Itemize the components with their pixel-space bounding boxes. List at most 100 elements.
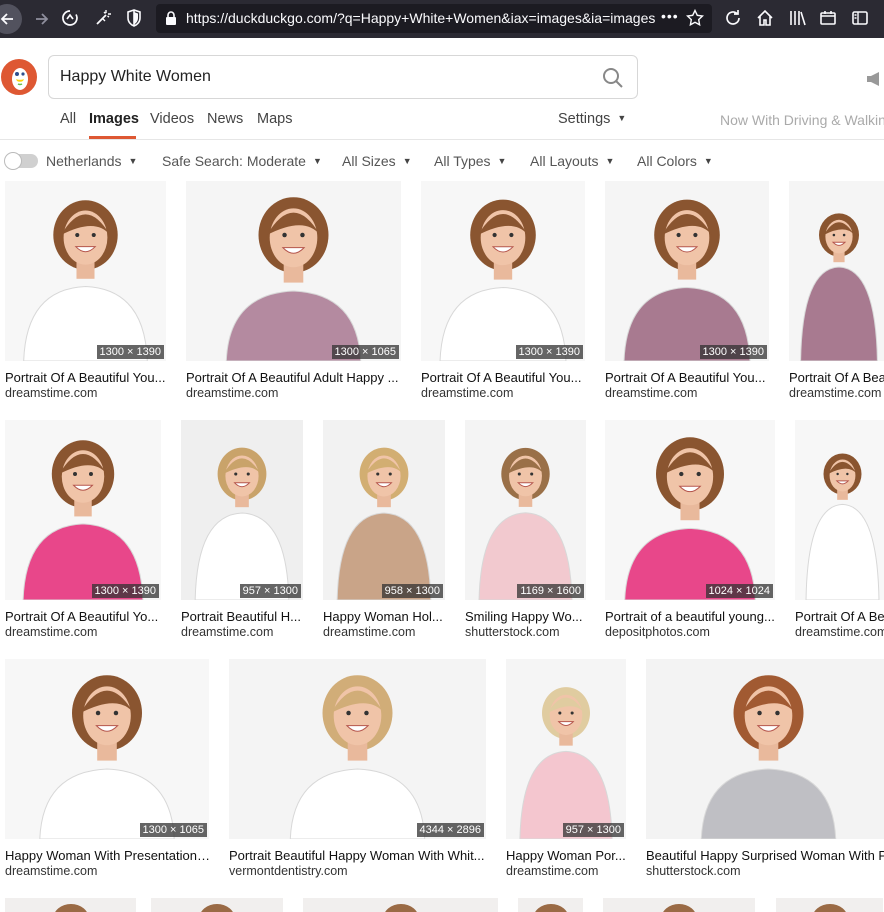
reload-extension-icon[interactable] bbox=[58, 6, 82, 30]
result-source[interactable]: dreamstime.com bbox=[789, 386, 884, 400]
result-source[interactable]: depositphotos.com bbox=[605, 625, 777, 639]
image-result-tile[interactable]: Portrait Of A Be dreamstime.com bbox=[795, 420, 884, 640]
region-toggle[interactable] bbox=[4, 152, 38, 170]
result-source[interactable]: dreamstime.com bbox=[506, 864, 628, 878]
image-result-tile[interactable]: 1300 × 1065 Portrait Of A Beautiful Adult… bbox=[186, 181, 401, 401]
result-source[interactable]: dreamstime.com bbox=[795, 625, 884, 639]
result-source[interactable]: dreamstime.com bbox=[421, 386, 587, 400]
shield-icon[interactable] bbox=[122, 6, 146, 30]
image-result-tile[interactable]: 958 × 1300 Happy Woman Hol... dreamstime.c… bbox=[323, 420, 445, 640]
result-thumbnail[interactable]: 1300 × 1390 bbox=[605, 181, 769, 361]
image-result-tile[interactable]: 1300 × 1390 Portrait Of A Beautiful Yo...… bbox=[5, 420, 161, 640]
result-source[interactable]: dreamstime.com bbox=[5, 625, 163, 639]
result-source[interactable]: dreamstime.com bbox=[323, 625, 447, 639]
result-thumbnail[interactable]: 1300 × 1065 bbox=[186, 181, 401, 361]
tab-all[interactable]: All bbox=[60, 111, 76, 127]
result-title[interactable]: Happy Woman With Presentation ... bbox=[5, 848, 211, 863]
color-filter[interactable]: All Colors ▼ bbox=[637, 153, 713, 169]
result-title[interactable]: Happy Woman Por... bbox=[506, 848, 628, 863]
result-source[interactable]: dreamstime.com bbox=[186, 386, 403, 400]
result-title[interactable]: Portrait Beautiful Happy Woman With Whit… bbox=[229, 848, 488, 863]
image-result-tile[interactable]: Portrait Of A Bea dreamstime.com bbox=[789, 181, 884, 401]
result-source[interactable]: dreamstime.com bbox=[5, 386, 168, 400]
result-thumbnail-image bbox=[506, 659, 626, 839]
reload-icon[interactable] bbox=[721, 6, 745, 30]
layout-filter[interactable]: All Layouts ▼ bbox=[530, 153, 614, 169]
result-title[interactable]: Portrait Beautiful H... bbox=[181, 609, 305, 624]
sidebar-icon[interactable] bbox=[848, 6, 872, 30]
result-thumbnail[interactable]: 4344 × 2896 bbox=[229, 659, 486, 839]
image-result-tile[interactable] bbox=[151, 898, 283, 912]
image-result-tile[interactable] bbox=[5, 898, 136, 912]
region-filter[interactable]: Netherlands ▼ bbox=[46, 153, 137, 169]
promo-text[interactable]: Now With Driving & Walking bbox=[720, 112, 884, 128]
result-source[interactable]: vermontdentistry.com bbox=[229, 864, 488, 878]
result-thumbnail[interactable]: 1024 × 1024 bbox=[605, 420, 775, 600]
image-result-tile[interactable]: 1024 × 1024 Portrait of a beautiful young… bbox=[605, 420, 775, 640]
image-result-tile[interactable]: 957 × 1300 Happy Woman Por... dreamstime.c… bbox=[506, 659, 626, 879]
duckduckgo-logo[interactable] bbox=[1, 59, 37, 95]
forward-button[interactable] bbox=[27, 4, 57, 34]
result-title[interactable]: Portrait Of A Beautiful You... bbox=[5, 370, 168, 385]
result-title[interactable]: Portrait Of A Beautiful You... bbox=[421, 370, 587, 385]
result-thumbnail[interactable]: 1169 × 1600 bbox=[465, 420, 586, 600]
result-source[interactable]: shutterstock.com bbox=[465, 625, 588, 639]
image-result-tile[interactable]: 1169 × 1600 Smiling Happy Wo... shuttersto… bbox=[465, 420, 586, 640]
result-source[interactable]: dreamstime.com bbox=[5, 864, 211, 878]
size-filter[interactable]: All Sizes ▼ bbox=[342, 153, 412, 169]
image-result-tile[interactable]: 4344 × 2896 Portrait Beautiful Happy Woma… bbox=[229, 659, 486, 879]
magic-wand-icon[interactable] bbox=[91, 6, 115, 30]
result-thumbnail[interactable]: 1300 × 1390 bbox=[421, 181, 585, 361]
tab-videos[interactable]: Videos bbox=[150, 111, 194, 127]
result-title[interactable]: Portrait Of A Beautiful Yo... bbox=[5, 609, 163, 624]
result-thumbnail[interactable]: 957 × 1300 bbox=[506, 659, 626, 839]
image-result-tile[interactable] bbox=[776, 898, 883, 912]
result-title[interactable]: Portrait of a beautiful young... bbox=[605, 609, 777, 624]
result-source[interactable]: shutterstock.com bbox=[646, 864, 884, 878]
tab-maps[interactable]: Maps bbox=[257, 111, 292, 127]
page-actions-icon[interactable]: ••• bbox=[661, 8, 679, 24]
result-thumbnail[interactable]: 1300 × 1065 bbox=[5, 659, 209, 839]
containers-icon[interactable] bbox=[816, 6, 840, 30]
result-thumbnail[interactable]: 1300 × 1390 bbox=[5, 181, 166, 361]
result-source[interactable]: dreamstime.com bbox=[605, 386, 771, 400]
back-button[interactable] bbox=[0, 4, 22, 34]
url-text[interactable]: https://duckduckgo.com/?q=Happy+White+Wo… bbox=[186, 10, 656, 26]
result-thumbnail[interactable] bbox=[795, 420, 884, 600]
image-result-tile[interactable] bbox=[603, 898, 755, 912]
url-bar[interactable]: https://duckduckgo.com/?q=Happy+White+Wo… bbox=[156, 4, 712, 33]
result-title[interactable]: Portrait Of A Beautiful Adult Happy ... bbox=[186, 370, 403, 385]
result-title[interactable]: Portrait Of A Bea bbox=[789, 370, 884, 385]
home-icon[interactable] bbox=[753, 6, 777, 30]
image-result-tile[interactable]: 1300 × 1065 Happy Woman With Presentation… bbox=[5, 659, 211, 879]
result-thumbnail[interactable]: 957 × 1300 bbox=[181, 420, 303, 600]
tab-news[interactable]: News bbox=[207, 111, 243, 127]
result-thumbnail[interactable]: 1300 × 1390 bbox=[5, 420, 161, 600]
result-title[interactable]: Portrait Of A Be bbox=[795, 609, 884, 624]
result-title[interactable]: Smiling Happy Wo... bbox=[465, 609, 588, 624]
result-title[interactable]: Happy Woman Hol... bbox=[323, 609, 447, 624]
megaphone-icon[interactable] bbox=[866, 70, 884, 88]
image-result-tile[interactable]: 1300 × 1390 Portrait Of A Beautiful You..… bbox=[421, 181, 585, 401]
image-result-tile[interactable]: 957 × 1300 Portrait Beautiful H... dreamst… bbox=[181, 420, 303, 640]
safe-search-filter[interactable]: Safe Search: Moderate ▼ bbox=[162, 153, 322, 169]
search-input[interactable]: Happy White Women bbox=[48, 55, 638, 99]
image-result-tile[interactable] bbox=[303, 898, 498, 912]
result-title[interactable]: Portrait Of A Beautiful You... bbox=[605, 370, 771, 385]
image-result-tile[interactable]: Beautiful Happy Surprised Woman With Psh… bbox=[646, 659, 884, 879]
result-thumbnail[interactable] bbox=[789, 181, 884, 361]
search-query-text[interactable]: Happy White Women bbox=[60, 68, 211, 86]
bookmark-star-icon[interactable] bbox=[686, 9, 704, 27]
type-filter[interactable]: All Types ▼ bbox=[434, 153, 506, 169]
image-result-tile[interactable]: 1300 × 1390 Portrait Of A Beautiful You..… bbox=[5, 181, 166, 401]
result-title[interactable]: Beautiful Happy Surprised Woman With P bbox=[646, 848, 884, 863]
image-result-tile[interactable]: 1300 × 1390 Portrait Of A Beautiful You..… bbox=[605, 181, 769, 401]
image-result-tile[interactable] bbox=[518, 898, 583, 912]
tab-images[interactable]: Images bbox=[89, 111, 139, 127]
result-thumbnail[interactable]: 958 × 1300 bbox=[323, 420, 445, 600]
search-icon[interactable] bbox=[602, 67, 624, 89]
library-icon[interactable] bbox=[786, 6, 810, 30]
settings-dropdown[interactable]: Settings ▼ bbox=[558, 111, 626, 127]
result-source[interactable]: dreamstime.com bbox=[181, 625, 305, 639]
result-thumbnail[interactable] bbox=[646, 659, 884, 839]
